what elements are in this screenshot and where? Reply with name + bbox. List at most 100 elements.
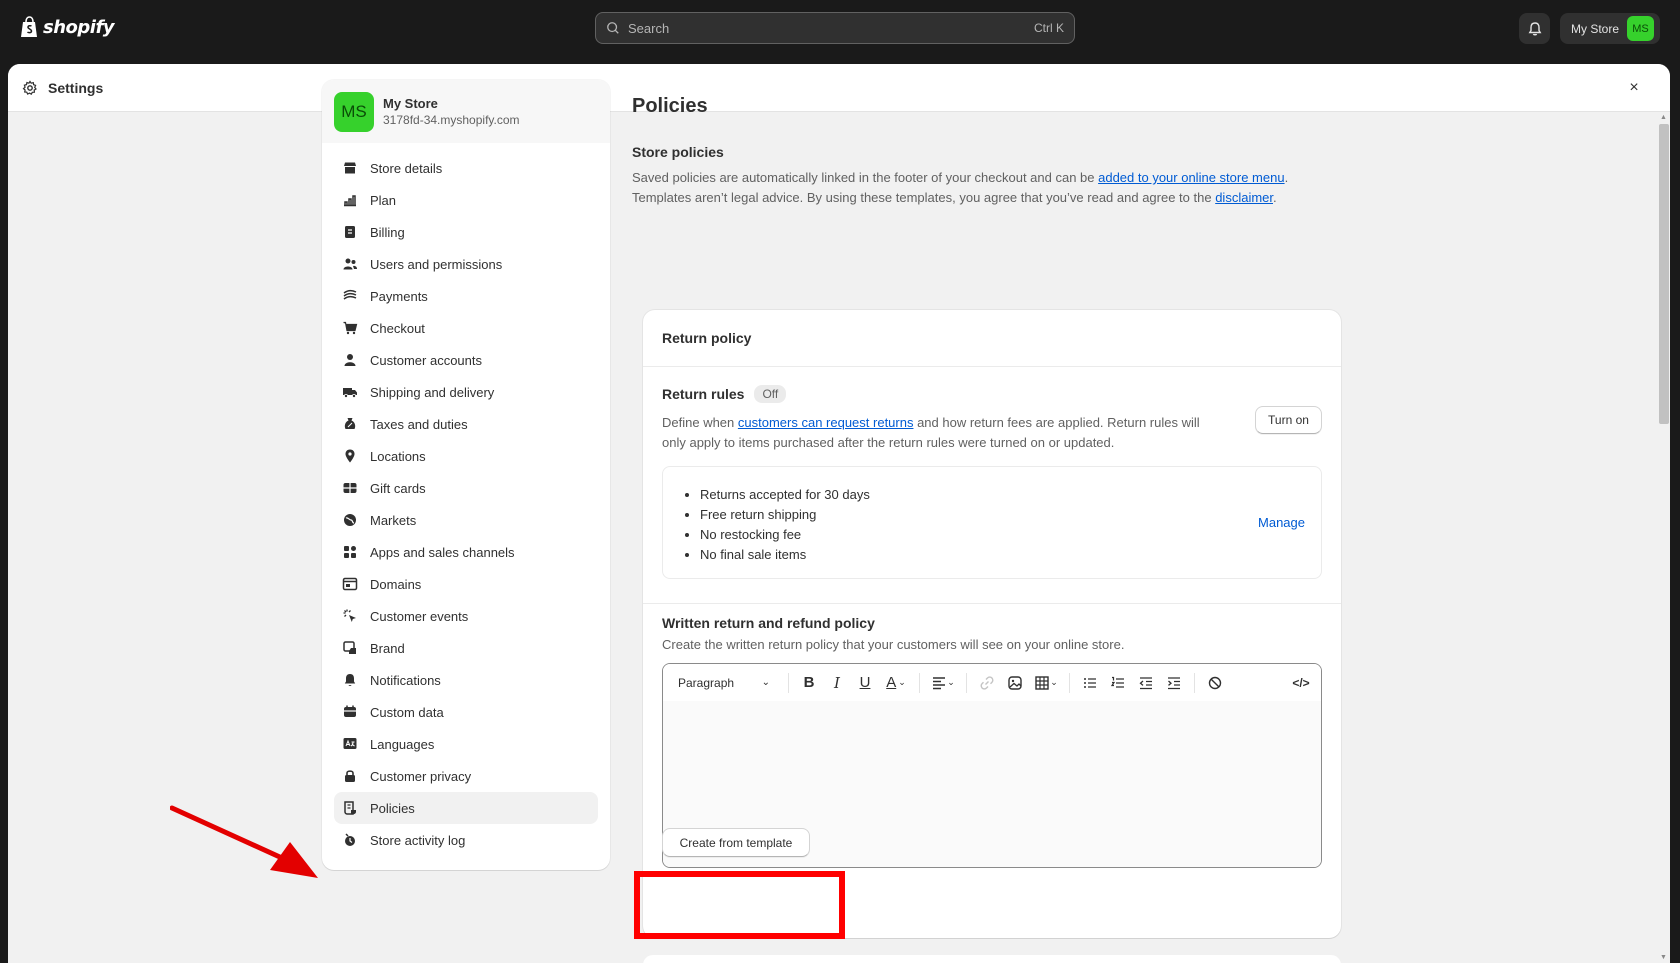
sidebar-item-customer-privacy[interactable]: Customer privacy <box>334 760 598 792</box>
settings-title: Settings <box>48 79 104 96</box>
custom-data-icon <box>342 704 358 720</box>
manage-link[interactable]: Manage <box>1258 515 1305 530</box>
numbered-list-icon[interactable] <box>1104 669 1132 697</box>
policies-main: Policies Store policies Saved policies a… <box>632 80 1332 208</box>
sidebar-item-shipping-and-delivery[interactable]: Shipping and delivery <box>334 376 598 408</box>
scrollbar[interactable]: ▲ ▼ <box>1656 112 1670 963</box>
sidebar-item-label: Customer events <box>370 608 469 624</box>
sidebar-item-label: Checkout <box>370 320 425 336</box>
toolbar-divider <box>966 672 967 693</box>
align-icon[interactable]: ⌄ <box>926 669 960 697</box>
person-icon <box>342 352 358 368</box>
sidebar-item-custom-data[interactable]: Custom data <box>334 696 598 728</box>
online-store-menu-link[interactable]: added to your online store menu <box>1098 170 1284 185</box>
apps-icon <box>342 544 358 560</box>
store-menu-button[interactable]: My Store MS <box>1560 13 1660 44</box>
bold-icon[interactable]: B <box>795 669 823 697</box>
shopify-logo[interactable]: shopify <box>20 16 115 38</box>
toolbar-divider <box>1069 672 1070 693</box>
sidebar-item-locations[interactable]: Locations <box>334 440 598 472</box>
italic-icon[interactable]: I <box>823 669 851 697</box>
search-shortcut: Ctrl K <box>1034 21 1064 35</box>
return-rules-description: Define when customers can request return… <box>662 413 1222 453</box>
store-summary[interactable]: MS My Store 3178fd-34.myshopify.com <box>322 80 610 143</box>
cursor-icon <box>342 608 358 624</box>
sidebar-item-label: Plan <box>370 192 397 208</box>
sidebar-item-store-activity-log[interactable]: Store activity log <box>334 824 598 856</box>
sidebar-item-customer-events[interactable]: Customer events <box>334 600 598 632</box>
create-from-template-button[interactable]: Create from template <box>662 828 810 857</box>
toolbar-divider <box>1194 672 1195 693</box>
table-icon[interactable]: ⌄ <box>1029 669 1063 697</box>
top-bar: shopify Search Ctrl K My Store MS <box>0 0 1680 56</box>
sidebar-item-label: Locations <box>370 448 426 464</box>
sidebar-item-brand[interactable]: Brand <box>334 632 598 664</box>
link-icon[interactable] <box>973 669 1001 697</box>
sidebar-item-payments[interactable]: Payments <box>334 280 598 312</box>
written-policy-title: Written return and refund policy <box>662 615 875 631</box>
red-arrow-icon <box>170 805 318 878</box>
sidebar-item-languages[interactable]: Languages <box>334 728 598 760</box>
outdent-icon[interactable] <box>1132 669 1160 697</box>
sidebar-item-label: Users and permissions <box>370 256 503 272</box>
sidebar-item-checkout[interactable]: Checkout <box>334 312 598 344</box>
sidebar-item-apps-and-sales-channels[interactable]: Apps and sales channels <box>334 536 598 568</box>
sidebar-item-markets[interactable]: Markets <box>334 504 598 536</box>
rules-desc-text-1: Define when <box>662 415 738 430</box>
store-policies-description: Saved policies are automatically linked … <box>632 168 1302 208</box>
sidebar-item-notifications[interactable]: Notifications <box>334 664 598 696</box>
sidebar-item-taxes-and-duties[interactable]: Taxes and duties <box>334 408 598 440</box>
return-rules-summary: Returns accepted for 30 daysFree return … <box>662 466 1322 579</box>
toolbar-divider <box>788 672 789 693</box>
toolbar-divider <box>919 672 920 693</box>
location-icon <box>342 448 358 464</box>
scroll-up-icon[interactable]: ▲ <box>1660 114 1667 121</box>
align-left-icon <box>933 676 946 689</box>
list-item: Returns accepted for 30 days <box>700 485 870 505</box>
sidebar-item-billing[interactable]: Billing <box>334 216 598 248</box>
paragraph-format-label: Paragraph <box>678 675 735 690</box>
search-bar[interactable]: Search Ctrl K <box>595 12 1075 44</box>
gear-icon <box>22 79 37 95</box>
outdent-glyph <box>1139 676 1152 689</box>
text-color-icon[interactable]: A ⌄ <box>879 669 913 697</box>
bell-icon <box>1528 21 1541 35</box>
sidebar-item-users-and-permissions[interactable]: Users and permissions <box>334 248 598 280</box>
gift-card-icon <box>342 480 358 496</box>
policies-icon <box>342 800 358 816</box>
language-icon <box>342 736 358 752</box>
list-item: No restocking fee <box>700 525 870 545</box>
paragraph-format-select[interactable]: Paragraph ⌄ <box>678 676 782 690</box>
plan-icon <box>342 192 358 208</box>
highlight-box <box>634 871 845 939</box>
code-view-icon[interactable]: </> <box>1287 669 1315 697</box>
clear-formatting-icon[interactable] <box>1201 669 1229 697</box>
logo-text: shopify <box>43 16 115 38</box>
bullet-list-icon[interactable] <box>1076 669 1104 697</box>
sidebar-item-customer-accounts[interactable]: Customer accounts <box>334 344 598 376</box>
turn-on-button[interactable]: Turn on <box>1255 406 1322 434</box>
close-button[interactable]: × <box>1624 78 1644 98</box>
return-policy-title: Return policy <box>643 310 1341 367</box>
indent-icon[interactable] <box>1160 669 1188 697</box>
page-title: Policies <box>632 95 708 117</box>
chain-icon <box>980 675 994 690</box>
sidebar-item-gift-cards[interactable]: Gift cards <box>334 472 598 504</box>
sidebar-item-plan[interactable]: Plan <box>334 184 598 216</box>
scroll-down-icon[interactable]: ▼ <box>1660 954 1667 961</box>
underline-icon[interactable]: U <box>851 669 879 697</box>
image-icon[interactable] <box>1001 669 1029 697</box>
sidebar-item-label: Gift cards <box>370 480 426 496</box>
sidebar-item-domains[interactable]: Domains <box>334 568 598 600</box>
store-avatar-small: MS <box>1627 16 1655 41</box>
written-policy-description: Create the written return policy that yo… <box>662 637 1125 652</box>
photo-icon <box>1008 675 1022 690</box>
scrollbar-thumb[interactable] <box>1659 124 1669 424</box>
sidebar-item-label: Domains <box>370 576 422 592</box>
notifications-button[interactable] <box>1519 13 1550 44</box>
customers-request-returns-link[interactable]: customers can request returns <box>738 415 914 430</box>
disclaimer-link[interactable]: disclaimer <box>1215 190 1273 205</box>
sidebar-item-label: Store activity log <box>370 832 466 848</box>
sidebar-item-policies[interactable]: Policies <box>334 792 598 824</box>
sidebar-item-store-details[interactable]: Store details <box>334 152 598 184</box>
